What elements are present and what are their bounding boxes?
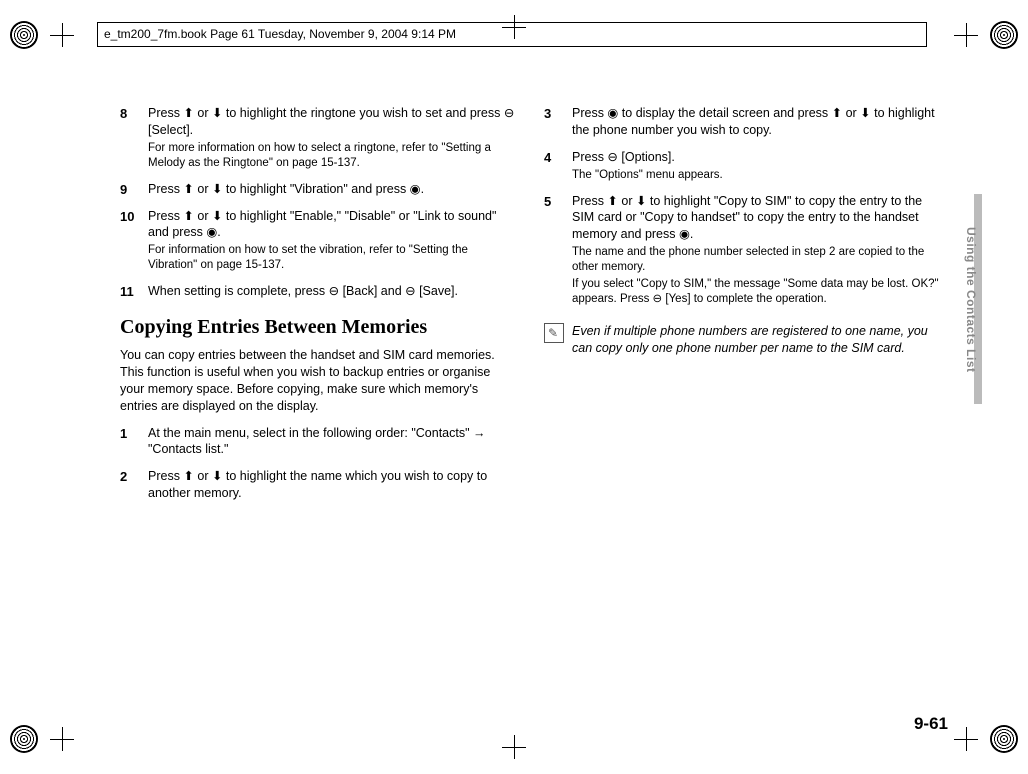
registration-target-icon xyxy=(990,21,1018,49)
registration-target-icon xyxy=(10,21,38,49)
step-text: When setting is complete, press ⊖ [Back]… xyxy=(148,283,516,300)
note-block: Even if multiple phone numbers are regis… xyxy=(544,323,940,357)
crop-cross-bottom-icon xyxy=(502,735,526,759)
step-11: 11 When setting is complete, press ⊖ [Ba… xyxy=(120,283,516,302)
step-number: 2 xyxy=(120,468,148,504)
step-2: 2 Press ⬆ or ⬇ to highlight the name whi… xyxy=(120,468,516,504)
page-content: 8 Press ⬆ or ⬇ to highlight the ringtone… xyxy=(120,105,940,685)
step-number: 5 xyxy=(544,193,572,309)
step-text: Press ◉ to display the detail screen and… xyxy=(572,105,940,139)
crop-mark-tl xyxy=(10,10,60,60)
step-8: 8 Press ⬆ or ⬇ to highlight the ringtone… xyxy=(120,105,516,173)
note-icon xyxy=(544,323,564,343)
step-10: 10 Press ⬆ or ⬇ to highlight "Enable," "… xyxy=(120,208,516,276)
section-tab: Using the Contacts List xyxy=(960,200,978,400)
step-subtext: The name and the phone number selected i… xyxy=(572,245,940,275)
step-subtext: If you select "Copy to SIM," the message… xyxy=(572,277,940,307)
step-text: Press ⬆ or ⬇ to highlight "Vibration" an… xyxy=(148,181,516,198)
section-heading: Copying Entries Between Memories xyxy=(120,314,516,341)
step-number: 3 xyxy=(544,105,572,141)
left-column: 8 Press ⬆ or ⬇ to highlight the ringtone… xyxy=(120,105,516,685)
step-number: 8 xyxy=(120,105,148,173)
step-4: 4 Press ⊖ [Options]. The "Options" menu … xyxy=(544,149,940,185)
crop-cross-icon xyxy=(50,727,74,751)
note-text: Even if multiple phone numbers are regis… xyxy=(572,323,940,357)
step-1: 1 At the main menu, select in the follow… xyxy=(120,425,516,461)
step-text: Press ⬆ or ⬇ to highlight the name which… xyxy=(148,468,516,502)
step-number: 1 xyxy=(120,425,148,461)
section-tab-label: Using the Contacts List xyxy=(964,227,978,373)
crop-cross-icon xyxy=(954,23,978,47)
page-number: 9-61 xyxy=(914,714,948,734)
step-number: 9 xyxy=(120,181,148,200)
crop-mark-tr xyxy=(968,10,1018,60)
crop-mark-bl xyxy=(10,714,60,764)
crop-mark-br xyxy=(968,714,1018,764)
step-number: 10 xyxy=(120,208,148,276)
step-text: Press ⬆ or ⬇ to highlight "Enable," "Dis… xyxy=(148,208,516,242)
step-number: 11 xyxy=(120,283,148,302)
framemaker-header: e_tm200_7fm.book Page 61 Tuesday, Novemb… xyxy=(97,22,927,47)
step-subtext: For more information on how to select a … xyxy=(148,141,516,171)
step-number: 4 xyxy=(544,149,572,185)
right-column: 3 Press ◉ to display the detail screen a… xyxy=(544,105,940,685)
crop-cross-icon xyxy=(50,23,74,47)
step-subtext: The "Options" menu appears. xyxy=(572,168,940,183)
step-text: Press ⬆ or ⬇ to highlight the ringtone y… xyxy=(148,105,516,139)
registration-target-icon xyxy=(990,725,1018,753)
step-5: 5 Press ⬆ or ⬇ to highlight "Copy to SIM… xyxy=(544,193,940,309)
step-text: Press ⊖ [Options]. xyxy=(572,149,940,166)
step-text: At the main menu, select in the followin… xyxy=(148,425,516,459)
step-9: 9 Press ⬆ or ⬇ to highlight "Vibration" … xyxy=(120,181,516,200)
registration-target-icon xyxy=(10,725,38,753)
step-text: Press ⬆ or ⬇ to highlight "Copy to SIM" … xyxy=(572,193,940,244)
step-subtext: For information on how to set the vibrat… xyxy=(148,243,516,273)
step-3: 3 Press ◉ to display the detail screen a… xyxy=(544,105,940,141)
section-intro: You can copy entries between the handset… xyxy=(120,347,516,415)
crop-cross-icon xyxy=(954,727,978,751)
